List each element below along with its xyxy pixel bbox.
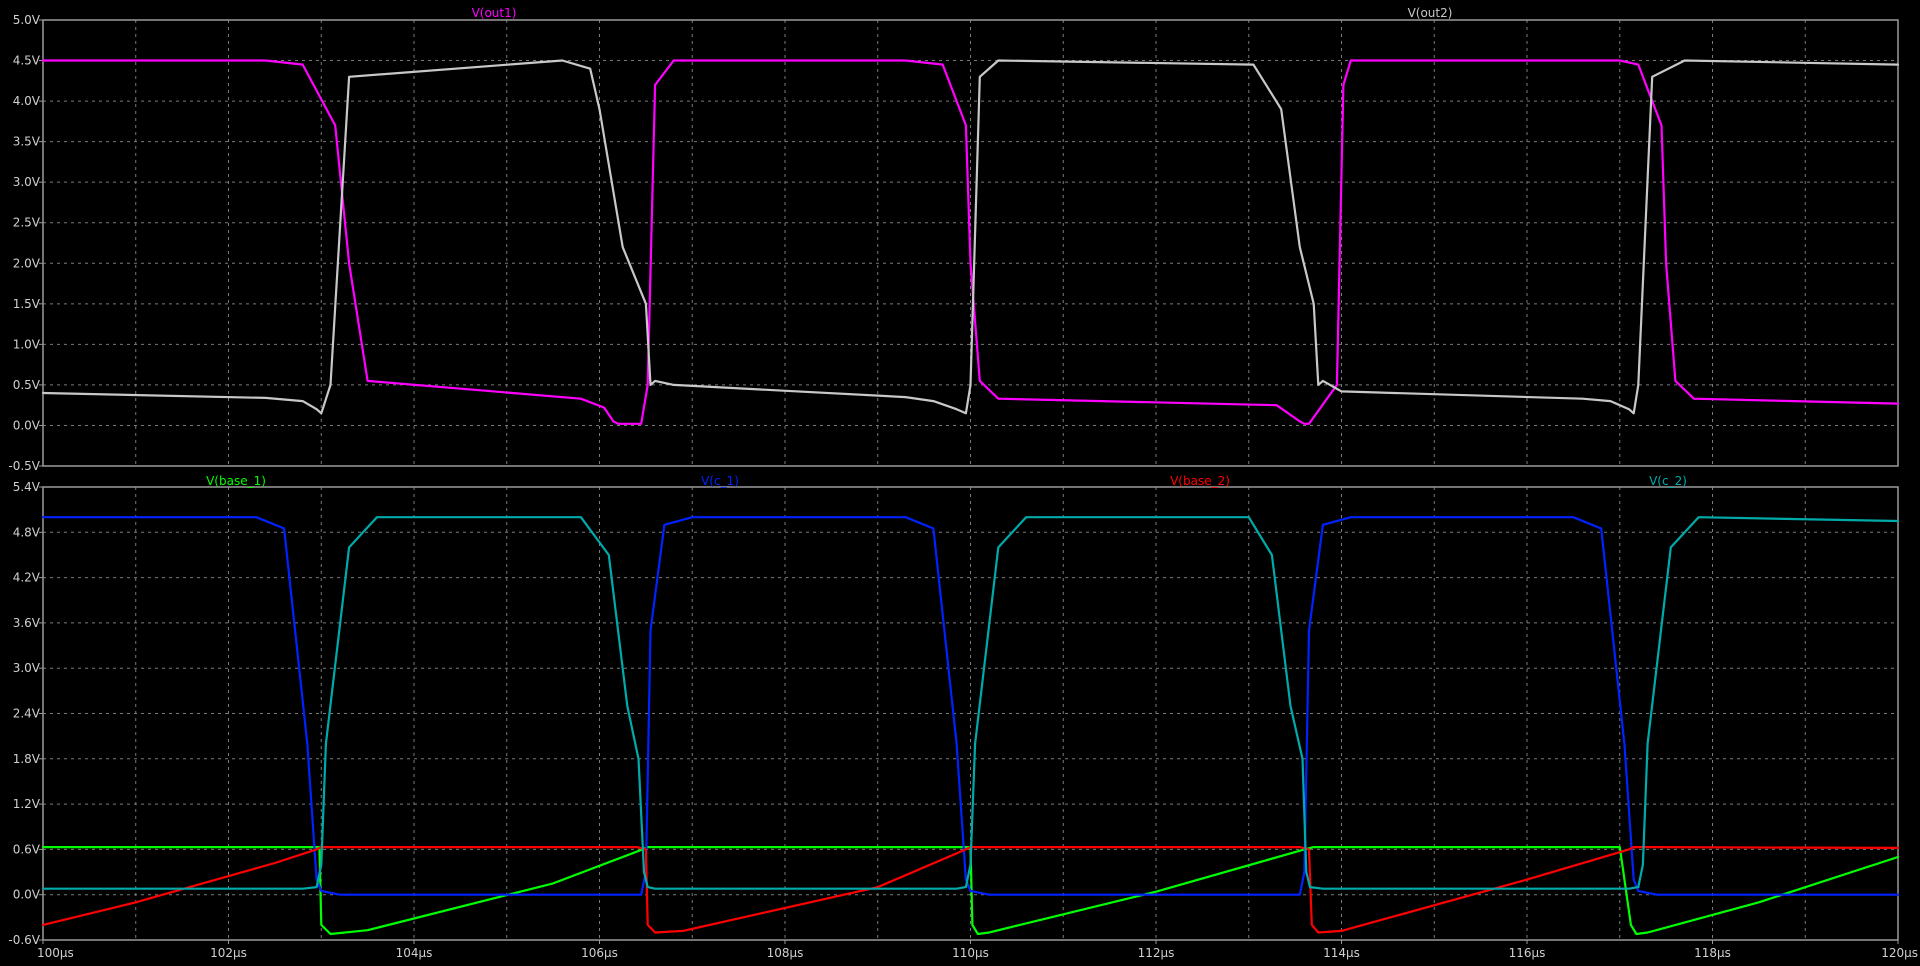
y-tick-label: 2.0V (13, 256, 41, 270)
x-tick-label: 100µs (37, 946, 74, 960)
y-tick-label: 3.0V (13, 175, 41, 189)
waveform-viewer: 5.0V 4.5V 4.0V 3.5V 3.0V 2.5V 2.0V 1.5V 1.0V 0.5V… (8, 6, 1918, 960)
legend-entry: V(base_2) (1170, 474, 1230, 488)
y-tick-label: 5.4V (13, 480, 41, 494)
y-tick-label: 2.4V (13, 707, 41, 721)
x-tick-label: 102µs (210, 946, 247, 960)
y-tick-label: 0.6V (13, 842, 41, 856)
x-tick-label: 106µs (581, 946, 618, 960)
y-tick-label: 0.0V (13, 418, 41, 432)
x-tick-label: 114µs (1323, 946, 1360, 960)
y-tick-label: 5.0V (13, 13, 41, 27)
x-tick-label: 116µs (1509, 946, 1546, 960)
y-tick-label: 1.0V (13, 337, 41, 351)
y-tick-label: 3.0V (13, 661, 41, 675)
y-tick-label: -0.6V (8, 933, 40, 947)
legend-entry: V(c_1) (701, 474, 739, 488)
x-tick-label: 108µs (767, 946, 804, 960)
y-tick-label: 4.5V (13, 54, 41, 68)
y-tick-label: 1.8V (13, 752, 41, 766)
legend-entry: V(out2) (1408, 6, 1453, 20)
legend-entry: V(out1) (472, 6, 517, 20)
y-tick-label: 2.5V (13, 216, 41, 230)
x-tick-label: 104µs (396, 946, 433, 960)
legend-entry: V(c_2) (1649, 474, 1687, 488)
y-tick-label: -0.5V (8, 459, 40, 473)
y-tick-label: 1.5V (13, 297, 41, 311)
x-tick-label: 110µs (952, 946, 989, 960)
x-tick-label: 120µs (1881, 946, 1918, 960)
y-tick-label: 3.5V (13, 135, 41, 149)
y-tick-label: 3.6V (13, 616, 41, 630)
x-tick-label: 112µs (1138, 946, 1175, 960)
y-tick-label: 0.5V (13, 378, 41, 392)
x-tick-label: 118µs (1694, 946, 1731, 960)
y-tick-label: 4.8V (13, 525, 41, 539)
legend-entry: V(base_1) (206, 474, 266, 488)
y-tick-label: 1.2V (13, 797, 41, 811)
y-tick-label: 4.2V (13, 571, 41, 585)
y-tick-label: 4.0V (13, 94, 41, 108)
y-tick-label: 0.0V (13, 888, 41, 902)
